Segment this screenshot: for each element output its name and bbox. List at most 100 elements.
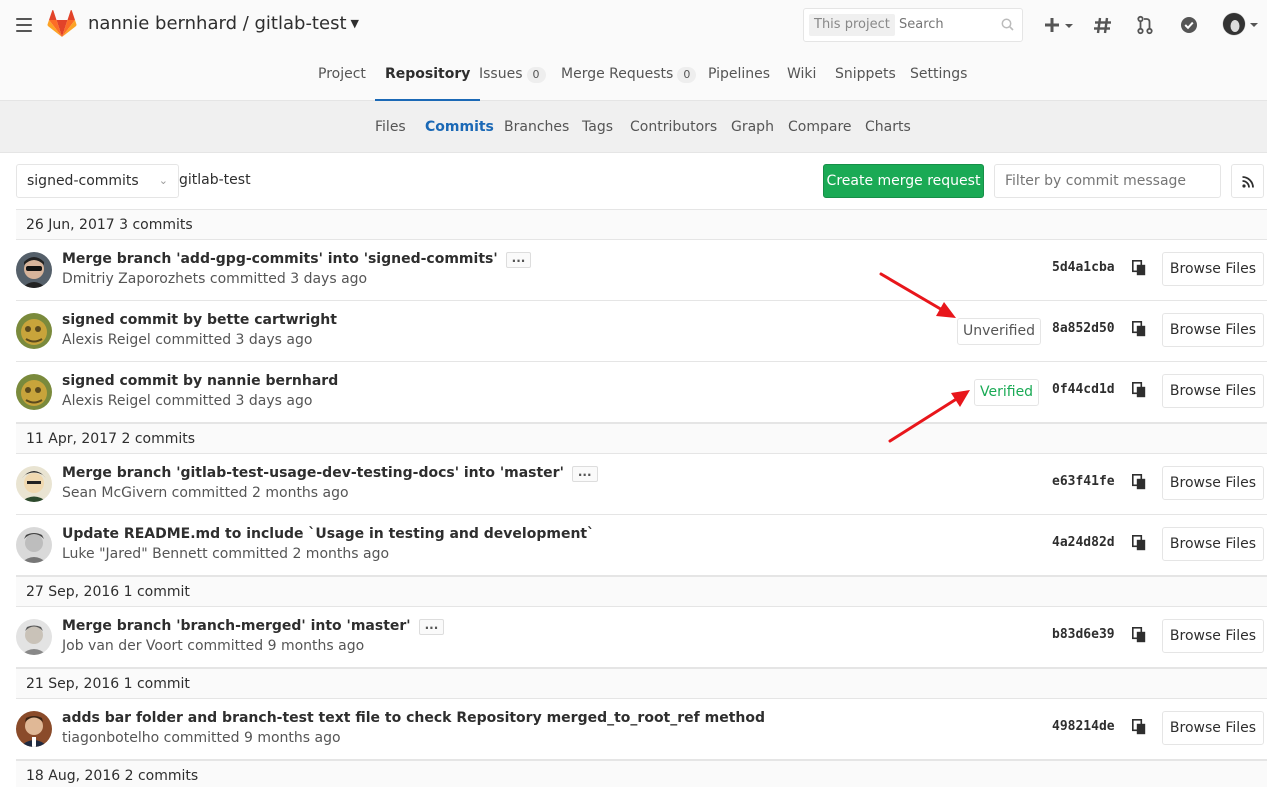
commit-sha[interactable]: b83d6e39 xyxy=(1052,627,1115,642)
copy-icon[interactable] xyxy=(1132,382,1146,398)
search-box[interactable]: This project xyxy=(803,8,1023,42)
commit-title-text: Merge branch 'branch-merged' into 'maste… xyxy=(62,618,411,634)
copy-icon[interactable] xyxy=(1132,719,1146,735)
commit-sha[interactable]: 8a852d50 xyxy=(1052,321,1115,336)
avatar[interactable] xyxy=(16,252,52,288)
verified-signature-badge[interactable]: Verified xyxy=(974,379,1040,406)
commit-sha[interactable]: e63f41fe xyxy=(1052,474,1115,489)
commit-sha[interactable]: 498214de xyxy=(1052,719,1115,734)
avatar[interactable] xyxy=(16,711,52,747)
browse-files-button[interactable]: Browse Files xyxy=(1162,619,1264,653)
tab-label: Merge Requests xyxy=(561,66,674,82)
subtab-label: Compare xyxy=(788,119,852,135)
subtab-commits[interactable]: Commits xyxy=(425,101,494,153)
day-header: 21 Sep, 2016 1 commit xyxy=(16,668,1267,699)
tab-settings[interactable]: Settings xyxy=(910,50,967,101)
subtab-files[interactable]: Files xyxy=(375,101,406,153)
tab-repository[interactable]: Repository xyxy=(375,50,481,101)
rss-feed-button[interactable] xyxy=(1231,164,1264,198)
expand-description-button[interactable]: ... xyxy=(505,252,532,268)
project-title-text: nannie bernhard / gitlab-test xyxy=(88,13,347,34)
commit-title[interactable]: Merge branch 'add-gpg-commits' into 'sig… xyxy=(62,251,532,268)
branch-dropdown[interactable]: signed-commits ⌄ xyxy=(16,164,179,198)
tab-snippets[interactable]: Snippets xyxy=(835,50,896,101)
commit-row: signed commit by nannie bernhard Alexis … xyxy=(16,362,1267,423)
commit-sha[interactable]: 5d4a1cba xyxy=(1052,260,1115,275)
commit-author-meta: tiagonbotelho committed 9 months ago xyxy=(62,730,341,746)
browse-files-button[interactable]: Browse Files xyxy=(1162,252,1264,286)
plus-dropdown-icon[interactable] xyxy=(1043,14,1077,36)
tab-merge-requests[interactable]: Merge Requests 0 xyxy=(561,50,697,101)
copy-icon[interactable] xyxy=(1132,474,1146,490)
copy-icon[interactable] xyxy=(1132,627,1146,643)
user-menu[interactable] xyxy=(1222,12,1262,38)
subtab-contributors[interactable]: Contributors xyxy=(630,101,717,153)
user-avatar-icon xyxy=(16,527,52,563)
repository-path: gitlab-test xyxy=(179,172,251,188)
commit-title[interactable]: signed commit by bette cartwright xyxy=(62,312,337,328)
subtab-label: Graph xyxy=(731,119,774,135)
browse-files-button[interactable]: Browse Files xyxy=(1162,711,1264,745)
tab-project[interactable]: Project xyxy=(318,50,366,101)
subtab-tags[interactable]: Tags xyxy=(582,101,613,153)
subtab-graph[interactable]: Graph xyxy=(731,101,774,153)
avatar[interactable] xyxy=(16,619,52,655)
commit-row: Update README.md to include `Usage in te… xyxy=(16,515,1267,576)
tab-label: Repository xyxy=(385,66,471,82)
commit-title[interactable]: signed commit by nannie bernhard xyxy=(62,373,338,389)
tab-wiki[interactable]: Wiki xyxy=(787,50,816,101)
chevron-down-icon: ⌄ xyxy=(158,174,168,187)
expand-description-button[interactable]: ... xyxy=(571,466,598,482)
menu-icon[interactable] xyxy=(16,18,32,32)
project-title[interactable]: nannie bernhard / gitlab-test ▼ xyxy=(88,13,359,34)
commit-row: Merge branch 'gitlab-test-usage-dev-test… xyxy=(16,454,1267,515)
search-icon xyxy=(1001,18,1014,31)
browse-files-button[interactable]: Browse Files xyxy=(1162,466,1264,500)
browse-files-button[interactable]: Browse Files xyxy=(1162,374,1264,408)
copy-icon[interactable] xyxy=(1132,321,1146,337)
user-avatar-icon xyxy=(16,313,52,349)
commit-title[interactable]: Update README.md to include `Usage in te… xyxy=(62,526,594,542)
expand-description-button[interactable]: ... xyxy=(418,619,445,635)
subtab-compare[interactable]: Compare xyxy=(788,101,852,153)
commit-author-meta: Alexis Reigel committed 3 days ago xyxy=(62,393,313,409)
issues-check-icon[interactable] xyxy=(1180,14,1198,36)
commit-sha[interactable]: 0f44cd1d xyxy=(1052,382,1115,397)
search-input[interactable] xyxy=(899,9,999,41)
browse-files-button[interactable]: Browse Files xyxy=(1162,527,1264,561)
commit-author-meta: Luke "Jared" Bennett committed 2 months … xyxy=(62,546,390,562)
tab-label: Pipelines xyxy=(708,66,771,82)
avatar[interactable] xyxy=(16,466,52,502)
commit-title[interactable]: adds bar folder and branch-test text fil… xyxy=(62,710,765,726)
copy-icon[interactable] xyxy=(1132,260,1146,276)
tab-pipelines[interactable]: Pipelines xyxy=(708,50,770,101)
commit-title-text: Update README.md to include `Usage in te… xyxy=(62,526,595,542)
commit-title-text: signed commit by nannie bernhard xyxy=(62,373,339,389)
user-avatar-icon xyxy=(16,374,52,410)
avatar[interactable] xyxy=(16,374,52,410)
tab-issues[interactable]: Issues 0 xyxy=(479,50,546,101)
gitlab-logo-icon[interactable] xyxy=(47,10,77,38)
subtab-charts[interactable]: Charts xyxy=(865,101,911,153)
issues-count-badge: 0 xyxy=(526,67,546,83)
hashtag-todos-icon[interactable] xyxy=(1094,14,1112,36)
subtab-branches[interactable]: Branches xyxy=(504,101,569,153)
filter-commits-input[interactable] xyxy=(994,164,1221,198)
tab-label: Wiki xyxy=(787,66,817,82)
unverified-signature-badge[interactable]: Unverified xyxy=(957,318,1041,345)
avatar[interactable] xyxy=(16,313,52,349)
create-merge-request-button[interactable]: Create merge request xyxy=(823,164,984,198)
user-avatar-icon xyxy=(16,466,52,502)
avatar[interactable] xyxy=(16,527,52,563)
commit-title[interactable]: Merge branch 'gitlab-test-usage-dev-test… xyxy=(62,465,598,482)
merge-request-icon[interactable] xyxy=(1137,14,1153,36)
branch-name: signed-commits xyxy=(27,173,139,189)
commit-sha[interactable]: 4a24d82d xyxy=(1052,535,1115,550)
browse-files-button[interactable]: Browse Files xyxy=(1162,313,1264,347)
copy-icon[interactable] xyxy=(1132,535,1146,551)
commit-title[interactable]: Merge branch 'branch-merged' into 'maste… xyxy=(62,618,445,635)
search-scope-badge[interactable]: This project xyxy=(809,14,895,36)
commit-row: Merge branch 'add-gpg-commits' into 'sig… xyxy=(16,240,1267,301)
commit-author-meta: Alexis Reigel committed 3 days ago xyxy=(62,332,313,348)
subtab-label: Contributors xyxy=(630,119,718,135)
